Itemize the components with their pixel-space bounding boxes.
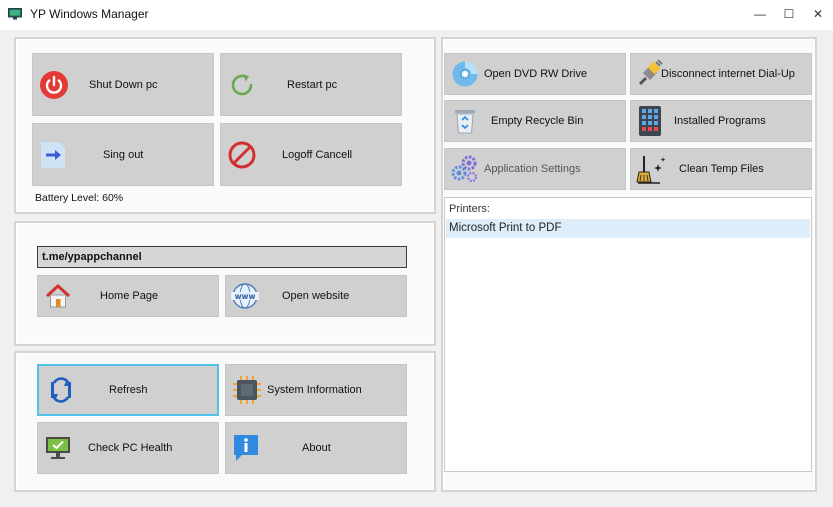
- about-label: About: [302, 442, 331, 454]
- home-page-button[interactable]: Home Page: [37, 275, 219, 317]
- printers-title: Printers:: [449, 203, 490, 215]
- about-button[interactable]: About: [225, 422, 407, 474]
- cpu-chip-icon: [232, 375, 262, 405]
- signout-label: Sing out: [103, 148, 144, 161]
- monitor-app-icon: [8, 8, 22, 20]
- logoff-cancel-label: Logoff Cancell: [282, 148, 353, 161]
- check-pc-health-label: Check PC Health: [88, 442, 173, 454]
- window-title: YP Windows Manager: [30, 7, 149, 21]
- refresh-button[interactable]: Refresh: [37, 364, 219, 416]
- signout-button[interactable]: Sing out: [32, 123, 214, 186]
- svg-text:www: www: [235, 292, 256, 301]
- info-icon: [232, 433, 260, 463]
- title-bar: YP Windows Manager — ☐ ✕: [0, 0, 833, 30]
- installed-programs-label: Installed Programs: [674, 115, 766, 127]
- system-information-button[interactable]: System Information: [225, 364, 407, 416]
- clean-temp-files-button[interactable]: Clean Temp Files: [630, 148, 812, 190]
- restart-label: Restart pc: [287, 78, 338, 91]
- restart-button[interactable]: Restart pc: [220, 53, 402, 116]
- refresh-circle-icon: [227, 70, 257, 100]
- disconnect-internet-label: Disconnect internet Dial-Up: [661, 68, 795, 80]
- sync-icon: [47, 375, 75, 405]
- app-grid-icon: [639, 106, 661, 136]
- open-website-button[interactable]: www Open website: [225, 275, 407, 317]
- check-pc-health-button[interactable]: Check PC Health: [37, 422, 219, 474]
- maximize-icon: ☐: [783, 7, 795, 21]
- gears-icon: [450, 154, 480, 184]
- empty-recycle-bin-button[interactable]: Empty Recycle Bin: [444, 100, 626, 142]
- no-entry-icon: [227, 140, 257, 170]
- shutdown-label: Shut Down pc: [89, 78, 158, 91]
- logoff-cancel-button[interactable]: Logoff Cancell: [220, 123, 402, 186]
- recycle-bin-icon: [452, 107, 478, 135]
- application-settings-button[interactable]: Application Settings: [444, 148, 626, 190]
- refresh-label: Refresh: [109, 384, 148, 396]
- open-dvd-button[interactable]: Open DVD RW Drive: [444, 53, 626, 95]
- house-icon: [44, 283, 72, 309]
- power-icon: [39, 70, 69, 100]
- clean-temp-files-label: Clean Temp Files: [679, 163, 764, 175]
- url-input[interactable]: [37, 246, 407, 268]
- close-icon: ✕: [812, 7, 824, 21]
- plug-icon: [636, 60, 664, 88]
- broom-icon: [636, 154, 666, 184]
- shutdown-button[interactable]: Shut Down pc: [32, 53, 214, 116]
- open-dvd-label: Open DVD RW Drive: [484, 68, 588, 80]
- minimize-button[interactable]: —: [745, 0, 775, 28]
- www-globe-icon: www: [230, 282, 260, 310]
- arrow-right-icon: [39, 140, 67, 170]
- home-page-label: Home Page: [100, 290, 159, 302]
- battery-level: Battery Level: 60%: [35, 192, 124, 204]
- application-settings-label: Application Settings: [484, 163, 581, 175]
- list-item[interactable]: Microsoft Print to PDF: [446, 219, 810, 238]
- monitor-check-icon: [44, 434, 72, 462]
- disconnect-internet-button[interactable]: Disconnect internet Dial-Up: [630, 53, 812, 95]
- system-information-label: System Information: [267, 384, 362, 396]
- close-button[interactable]: ✕: [803, 0, 833, 28]
- minimize-icon: —: [754, 7, 766, 21]
- open-website-label: Open website: [282, 290, 350, 302]
- empty-recycle-bin-label: Empty Recycle Bin: [491, 115, 584, 127]
- disc-icon: [451, 60, 479, 88]
- printers-list[interactable]: Printers: Microsoft Print to PDF: [444, 197, 812, 472]
- installed-programs-button[interactable]: Installed Programs: [630, 100, 812, 142]
- maximize-button[interactable]: ☐: [774, 0, 804, 28]
